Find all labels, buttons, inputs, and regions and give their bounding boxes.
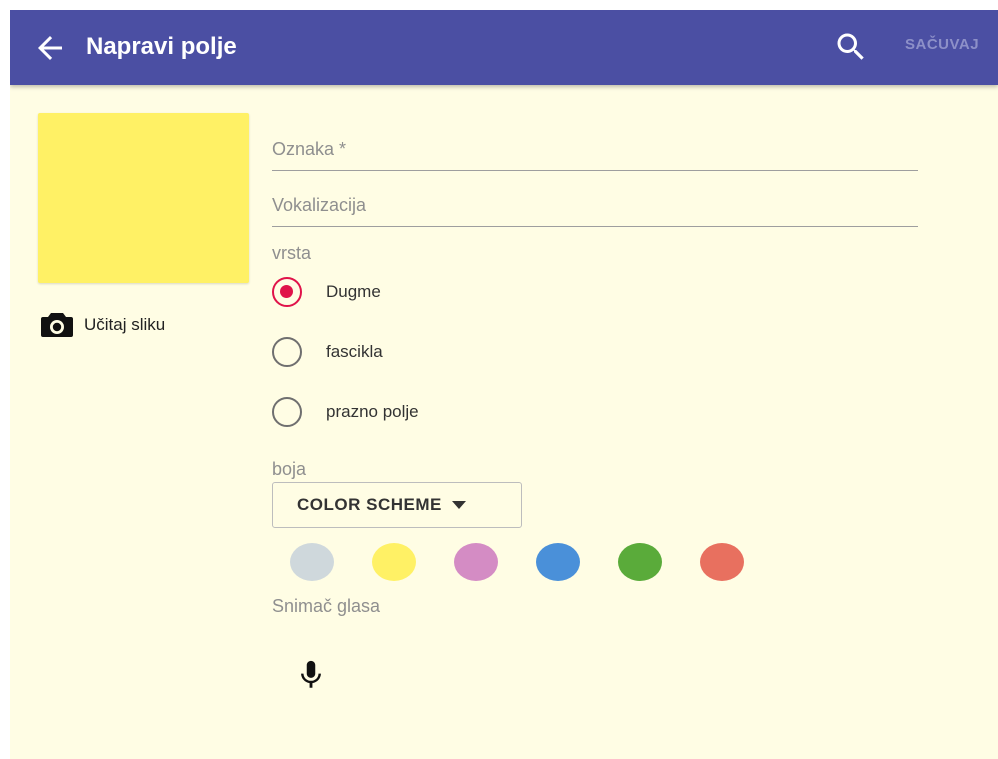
- search-button[interactable]: [833, 29, 869, 65]
- color-label: boja: [272, 459, 307, 479]
- arrow-left-icon: [38, 36, 62, 60]
- search-icon: [837, 33, 864, 60]
- caret-down-icon: [451, 501, 466, 509]
- record-voice-button[interactable]: [294, 658, 328, 692]
- color-scheme-label: COLOR SCHEME: [297, 495, 442, 514]
- color-swatch-red[interactable]: [700, 543, 744, 581]
- color-scheme-dropdown[interactable]: COLOR SCHEME: [272, 482, 522, 528]
- color-swatch-blue[interactable]: [536, 543, 580, 581]
- radio-option-empty-field[interactable]: prazno polje: [272, 395, 419, 429]
- vocalization-input[interactable]: [272, 190, 912, 220]
- save-button[interactable]: SAČUVAJ: [905, 36, 979, 53]
- camera-icon: [41, 313, 73, 337]
- back-button[interactable]: [32, 30, 68, 66]
- radio-label: Dugme: [326, 282, 381, 301]
- radio-unchecked-icon: [272, 397, 302, 427]
- radio-option-folder[interactable]: fascikla: [272, 335, 383, 369]
- label-field: [272, 132, 918, 171]
- field-preview-tile: [38, 113, 249, 283]
- vocalization-field: [272, 188, 918, 227]
- type-label: vrsta: [272, 243, 312, 263]
- color-swatch-green[interactable]: [618, 543, 662, 581]
- voice-recorder-label: Snimač glasa: [272, 596, 381, 616]
- app-bar: Napravi polje SAČUVAJ: [10, 10, 998, 85]
- radio-label: prazno polje: [326, 402, 419, 421]
- radio-unchecked-icon: [272, 337, 302, 367]
- label-input[interactable]: [272, 134, 912, 164]
- load-image-label: Učitaj sliku: [84, 315, 166, 334]
- radio-option-button[interactable]: Dugme: [272, 275, 381, 309]
- radio-label: fascikla: [326, 342, 383, 361]
- page-title: Napravi polje: [86, 33, 237, 60]
- app-window: Napravi polje SAČUVAJ Učitaj sliku vrsta…: [10, 10, 998, 759]
- radio-checked-icon: [272, 277, 302, 307]
- color-swatch-grey[interactable]: [290, 543, 334, 581]
- microphone-icon: [301, 660, 321, 688]
- color-swatch-yellow[interactable]: [372, 543, 416, 581]
- load-image-button[interactable]: Učitaj sliku: [40, 310, 165, 340]
- color-swatch-pink[interactable]: [454, 543, 498, 581]
